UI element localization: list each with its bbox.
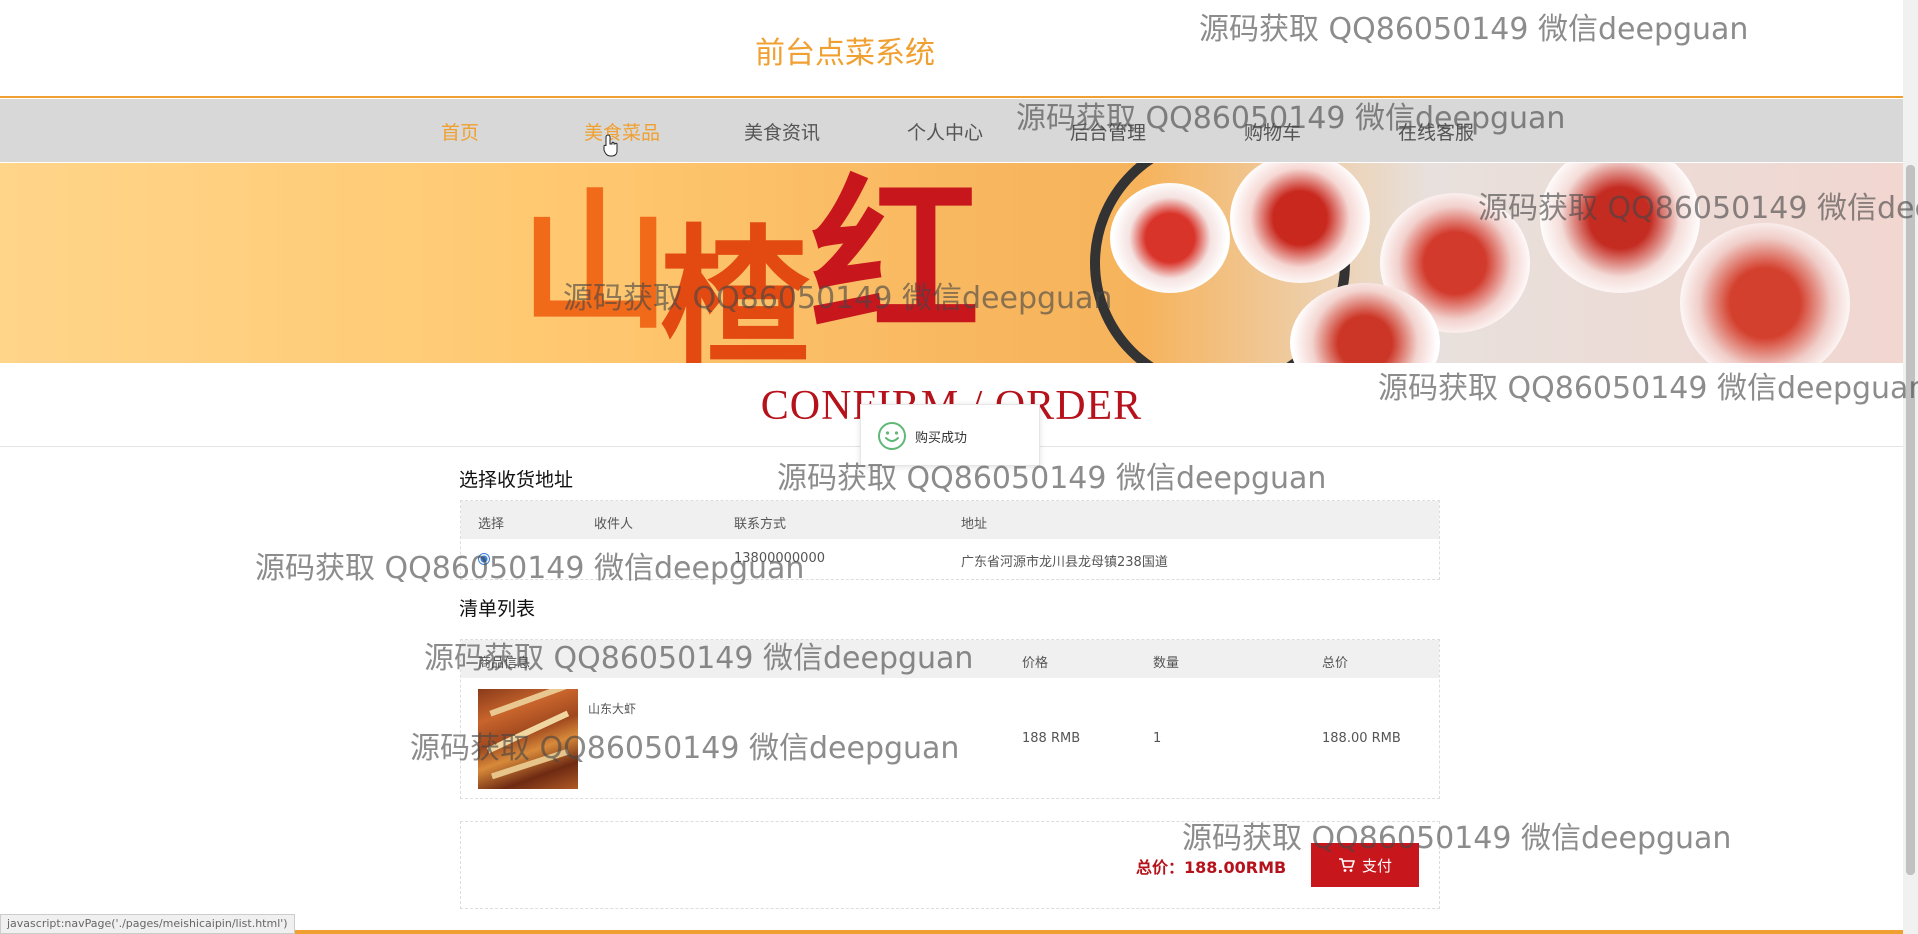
phone-cell: 13800000000 bbox=[734, 551, 825, 566]
scrollbar-thumb[interactable] bbox=[1906, 165, 1915, 875]
order-table: 商品信息 价格 数量 总价 山东大虾 188 RMB 1 188.00 RMB bbox=[460, 639, 1440, 799]
nav-item-support[interactable]: 在线客服 bbox=[1398, 118, 1474, 145]
banner-char: 楂 bbox=[660, 210, 811, 363]
address-table-header: 选择 收件人 联系方式 地址 bbox=[461, 501, 1439, 539]
hand-cursor-icon bbox=[603, 134, 618, 157]
toast-message: 购买成功 bbox=[915, 431, 968, 446]
nav-item-news[interactable]: 美食资讯 bbox=[744, 118, 820, 145]
banner-hawthorn bbox=[1680, 223, 1850, 363]
pay-button[interactable]: 支付 bbox=[1311, 843, 1419, 887]
address-radio[interactable] bbox=[478, 553, 490, 565]
column-header: 选择 bbox=[478, 517, 505, 532]
price-cell: 188 RMB bbox=[1022, 731, 1081, 746]
column-header: 地址 bbox=[961, 517, 988, 532]
banner-hawthorn bbox=[1540, 163, 1700, 293]
nav-item-dishes[interactable]: 美食菜品 bbox=[584, 118, 660, 145]
pay-button-label: 支付 bbox=[1361, 856, 1392, 875]
column-header: 总价 bbox=[1322, 656, 1349, 671]
order-summary: 总价：188.00RMB 支付 bbox=[460, 821, 1440, 909]
dish-name[interactable]: 山东大虾 bbox=[588, 700, 636, 717]
nav-item-admin[interactable]: 后台管理 bbox=[1070, 118, 1146, 145]
success-toast: 购买成功 bbox=[860, 404, 1040, 466]
hero-banner: 山 楂 红 bbox=[0, 163, 1903, 363]
column-header: 商品信息 bbox=[478, 656, 531, 671]
banner-hawthorn bbox=[1110, 183, 1230, 293]
quantity-cell: 1 bbox=[1153, 731, 1162, 746]
address-table: 选择 收件人 联系方式 地址 13800000000 广东省河源市龙川县龙母镇2… bbox=[460, 500, 1440, 580]
browser-status-bar: javascript:navPage('./pages/meishicaipin… bbox=[0, 914, 295, 934]
dish-image[interactable] bbox=[478, 689, 578, 789]
vertical-scrollbar[interactable] bbox=[1903, 0, 1918, 934]
total-price: 总价：188.00RMB bbox=[1136, 858, 1287, 877]
cart-icon bbox=[1338, 858, 1355, 872]
column-header: 价格 bbox=[1022, 656, 1049, 671]
nav-item-cart[interactable]: 购物车 bbox=[1244, 118, 1301, 145]
site-title: 前台点菜系统 bbox=[755, 36, 935, 71]
banner-char: 红 bbox=[810, 163, 981, 358]
nav-item-home[interactable]: 首页 bbox=[441, 118, 479, 145]
column-header: 收件人 bbox=[594, 517, 634, 532]
site-header: 前台点菜系统 bbox=[0, 0, 1903, 98]
address-cell: 广东省河源市龙川县龙母镇238国道 bbox=[961, 555, 1168, 570]
total-cell: 188.00 RMB bbox=[1322, 731, 1401, 746]
column-header: 数量 bbox=[1153, 656, 1180, 671]
order-section-title: 清单列表 bbox=[459, 598, 536, 620]
banner-char: 山 bbox=[520, 174, 671, 350]
main-nav: 首页 美食菜品 美食资讯 个人中心 后台管理 购物车 在线客服 bbox=[0, 99, 1903, 162]
order-table-header: 商品信息 价格 数量 总价 bbox=[461, 640, 1439, 678]
nav-item-profile[interactable]: 个人中心 bbox=[907, 118, 983, 145]
column-header: 联系方式 bbox=[734, 517, 787, 532]
address-section-title: 选择收货地址 bbox=[459, 469, 574, 491]
smile-icon bbox=[878, 422, 906, 450]
